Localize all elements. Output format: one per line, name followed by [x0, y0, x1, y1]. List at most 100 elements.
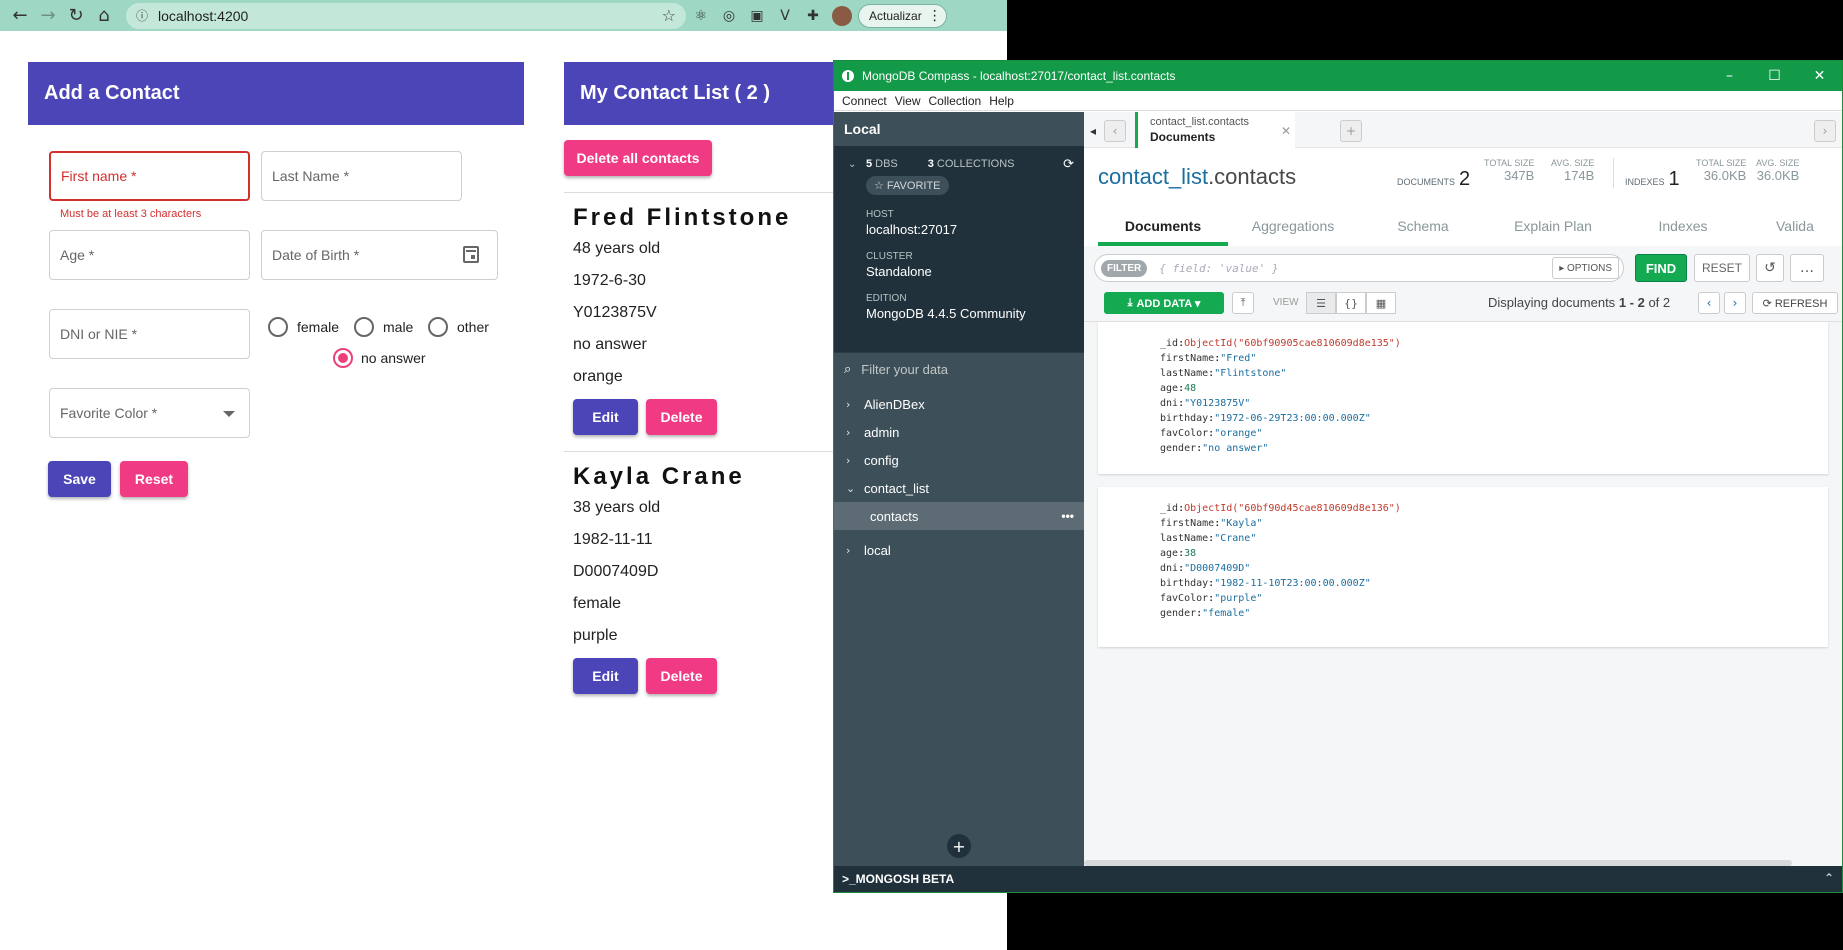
- add-data-button[interactable]: ⤓ ADD DATA ▾: [1104, 292, 1224, 314]
- gender-radio-female[interactable]: [268, 317, 288, 337]
- history-icon[interactable]: ↺: [1756, 254, 1784, 282]
- close-tab-icon[interactable]: ✕: [1281, 124, 1291, 138]
- filter-pill: FILTER: [1101, 259, 1148, 277]
- filter-input[interactable]: FILTER { field: 'value' } ▸ OPTIONS: [1094, 254, 1624, 282]
- options-button[interactable]: ▸ OPTIONS: [1552, 257, 1619, 279]
- document-card[interactable]: _id:ObjectId("60bf90d45cae810609d8e136")…: [1098, 487, 1828, 647]
- first-name-field[interactable]: First name *: [49, 151, 250, 201]
- favorite-button[interactable]: ☆ FAVORITE: [866, 176, 949, 195]
- forward-icon[interactable]: →: [34, 2, 62, 30]
- reload-icon[interactable]: ↻: [62, 2, 90, 30]
- prev-page-icon[interactable]: ‹: [1698, 292, 1720, 314]
- sidebar-db-item[interactable]: ⌄ contact_list: [834, 474, 1084, 502]
- avg-size-stat: AVG. SIZE 174B: [1551, 158, 1594, 183]
- home-icon[interactable]: ⌂: [90, 2, 118, 30]
- json-view-icon[interactable]: {}: [1336, 292, 1366, 314]
- edit-button[interactable]: Edit: [573, 399, 638, 435]
- tab-aggregations[interactable]: Aggregations: [1228, 218, 1358, 246]
- avg-size-value: 174B: [1563, 168, 1595, 183]
- back-icon[interactable]: ←: [6, 2, 34, 30]
- export-icon[interactable]: ⤒: [1232, 292, 1254, 314]
- tab-schema[interactable]: Schema: [1358, 218, 1488, 246]
- collapse-chevron-icon[interactable]: ⌄: [848, 159, 866, 170]
- extension-icon[interactable]: V: [772, 3, 798, 29]
- field-value: 38: [1184, 548, 1197, 559]
- profile-avatar[interactable]: [832, 5, 852, 26]
- delete-button[interactable]: Delete: [646, 399, 717, 435]
- sidebar-db-item[interactable]: › config: [834, 446, 1084, 474]
- first-name-error: Must be at least 3 characters: [60, 208, 202, 220]
- menu-connect[interactable]: Connect: [842, 94, 887, 108]
- sidebar-collection-item[interactable]: contacts •••: [834, 502, 1084, 530]
- minimize-icon[interactable]: –: [1707, 68, 1752, 84]
- last-name-field[interactable]: Last Name *: [261, 151, 462, 201]
- date-of-birth-field[interactable]: Date of Birth *: [261, 230, 498, 280]
- gender-radio-male[interactable]: [354, 317, 374, 337]
- refresh-icon[interactable]: ⟳: [1063, 157, 1074, 172]
- document-field: lastName:"Crane": [1160, 531, 1828, 546]
- tab-explain-plan[interactable]: Explain Plan: [1488, 218, 1618, 246]
- sidebar-filter[interactable]: ⌕ Filter your data: [834, 352, 1084, 386]
- tab-prev-icon[interactable]: ‹: [1104, 120, 1126, 142]
- find-button[interactable]: FIND: [1635, 254, 1687, 282]
- document-card[interactable]: _id:ObjectId("60bf90905cae810609d8e135")…: [1098, 322, 1828, 474]
- new-tab-icon[interactable]: +: [1340, 120, 1362, 142]
- site-info-icon[interactable]: ⓘ: [136, 7, 148, 24]
- age-field[interactable]: Age *: [49, 230, 250, 280]
- reset-button[interactable]: Reset: [120, 461, 188, 497]
- extension-icon[interactable]: ◎: [716, 3, 742, 29]
- tab-documents[interactable]: Documents: [1098, 218, 1228, 246]
- field-key: gender: [1160, 608, 1197, 619]
- puzzle-extensions-icon[interactable]: ✚: [800, 3, 826, 29]
- save-button[interactable]: Save: [48, 461, 111, 497]
- sidebar-db-item[interactable]: › local: [834, 536, 1084, 564]
- bookmark-star-icon[interactable]: ☆: [662, 6, 676, 25]
- total-size-value: 347B: [1503, 168, 1535, 183]
- field-key: _id: [1160, 503, 1179, 514]
- chevron-down-icon: ⌄: [846, 481, 856, 495]
- reset-query-button[interactable]: RESET: [1694, 254, 1750, 282]
- gender-label-no-answer: no answer: [361, 350, 426, 366]
- table-view-icon[interactable]: ▦: [1366, 292, 1396, 314]
- tab-contacts[interactable]: contact_list.contacts Documents ✕: [1135, 112, 1295, 149]
- kebab-menu-icon[interactable]: ⋮: [928, 8, 942, 24]
- delete-all-button[interactable]: Delete all contacts: [564, 140, 712, 176]
- next-page-icon[interactable]: ›: [1724, 292, 1746, 314]
- extension-icon[interactable]: ▣: [744, 3, 770, 29]
- update-button[interactable]: Actualizar ⋮: [858, 3, 947, 28]
- favorite-color-select[interactable]: Favorite Color *: [49, 388, 250, 438]
- mongosh-bar[interactable]: >_MONGOSH BETA ⌃: [834, 866, 1842, 892]
- tab-subtitle: Documents: [1150, 130, 1216, 144]
- close-icon[interactable]: ✕: [1797, 68, 1842, 84]
- namespace-db[interactable]: contact_list: [1098, 164, 1208, 189]
- address-bar[interactable]: ⓘ localhost:4200 ☆: [126, 2, 686, 29]
- collapse-sidebar-icon[interactable]: ◂: [1088, 120, 1098, 142]
- list-view-icon[interactable]: ☰: [1306, 292, 1336, 314]
- maximize-icon[interactable]: ☐: [1752, 68, 1797, 84]
- sidebar-db-item[interactable]: › admin: [834, 418, 1084, 446]
- add-database-button[interactable]: +: [947, 834, 971, 858]
- gender-radio-no-answer[interactable]: [333, 348, 353, 368]
- react-devtools-icon[interactable]: ⚛: [688, 3, 714, 29]
- gender-radio-other[interactable]: [428, 317, 448, 337]
- more-options-icon[interactable]: …: [1790, 254, 1824, 282]
- delete-button[interactable]: Delete: [646, 658, 717, 694]
- contact-birthday: 1982-11-11: [573, 531, 653, 548]
- calendar-icon[interactable]: [463, 246, 479, 263]
- menu-collection[interactable]: Collection: [929, 94, 982, 108]
- refresh-documents-button[interactable]: ⟳ REFRESH: [1752, 292, 1838, 314]
- tab-indexes[interactable]: Indexes: [1618, 218, 1748, 246]
- documents-stat: DOCUMENTS 2: [1397, 168, 1470, 191]
- chevron-up-icon[interactable]: ⌃: [1824, 871, 1834, 885]
- tab-next-icon[interactable]: ›: [1814, 120, 1836, 142]
- tab-validation[interactable]: Valida: [1748, 218, 1814, 246]
- menu-view[interactable]: View: [895, 94, 921, 108]
- gender-label-other: other: [457, 319, 489, 335]
- field-key: birthday: [1160, 578, 1209, 589]
- avg-size-label: AVG. SIZE: [1551, 158, 1595, 168]
- menu-help[interactable]: Help: [989, 94, 1014, 108]
- sidebar-db-item[interactable]: › AlienDBex: [834, 390, 1084, 418]
- more-icon[interactable]: •••: [1061, 509, 1074, 523]
- edit-button[interactable]: Edit: [573, 658, 638, 694]
- dni-field[interactable]: DNI or NIE *: [49, 309, 250, 359]
